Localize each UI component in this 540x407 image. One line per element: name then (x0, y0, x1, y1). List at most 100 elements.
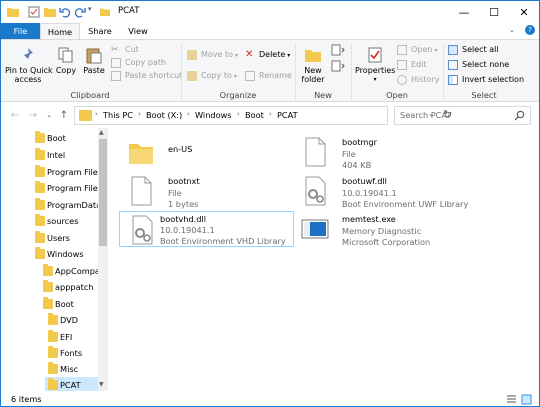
history-icon (397, 75, 407, 85)
file-item-en-us[interactable]: en-US (127, 136, 297, 170)
nav-item-sources[interactable]: sources (35, 213, 98, 229)
copy-button[interactable]: Copy (53, 46, 79, 75)
item-count: 6 items (11, 394, 42, 404)
nav-item-programdata[interactable]: ProgramData (35, 197, 98, 213)
select-group-label: Select (471, 90, 497, 100)
back-button[interactable]: ← (7, 107, 23, 123)
new-folder-button[interactable]: New folder (299, 46, 327, 84)
scroll-down-icon[interactable]: ▼ (99, 381, 104, 388)
cut-button[interactable]: ✂ Cut (111, 44, 139, 56)
paste-label: Paste (83, 66, 105, 75)
edit-button[interactable]: Edit (397, 59, 427, 71)
minimize-button[interactable]: — (449, 1, 479, 23)
status-bar: 6 items (1, 391, 539, 406)
scroll-up-icon[interactable]: ▲ (99, 129, 104, 136)
ribbon-expand-icon[interactable]: ⌄ (509, 26, 515, 34)
file-icon (305, 137, 326, 167)
nav-item-boot[interactable]: Boot (35, 130, 98, 146)
paste-shortcut-button[interactable]: Paste shortcut (111, 70, 182, 82)
redo-icon[interactable] (74, 6, 86, 18)
nav-item-apppatch[interactable]: apppatch (43, 279, 98, 295)
nav-item-appcompat[interactable]: AppCompat (43, 263, 98, 279)
help-icon[interactable]: ? (525, 25, 535, 35)
chevron-right-icon: › (138, 110, 141, 118)
folder-icon (48, 378, 58, 390)
paste-shortcut-label: Paste shortcut (125, 71, 183, 80)
copy-path-button[interactable]: Copy path (111, 57, 166, 69)
rename-button[interactable]: Rename (245, 70, 292, 82)
nav-item-dvd[interactable]: DVD (48, 312, 98, 328)
folder-icon (35, 231, 45, 243)
ribbon-tabs: File Home Share View ⌄ ? (1, 23, 539, 41)
nav-item-efi[interactable]: EFI (48, 329, 98, 345)
breadcrumb-boot-drive[interactable]: Boot (X:) (146, 110, 182, 120)
nav-item-intel[interactable]: Intel (35, 147, 98, 163)
search-input[interactable]: Search PCAT (394, 106, 531, 125)
file-icon (131, 176, 152, 206)
new-item-icon[interactable] (331, 44, 345, 56)
breadcrumb-pcat[interactable]: PCAT (277, 110, 298, 120)
open-button[interactable]: Open ▾ (397, 44, 437, 56)
nav-item-fonts[interactable]: Fonts (48, 345, 98, 361)
folder-icon (35, 198, 45, 210)
chevron-right-icon: › (95, 110, 98, 118)
close-button[interactable]: ✕ (509, 1, 539, 23)
breadcrumb-this-pc[interactable]: This PC (103, 110, 133, 120)
pin-to-quick-access-button[interactable]: Pin to Quick access (5, 46, 53, 84)
select-none-button[interactable]: Select none (448, 59, 509, 71)
chevron-right-icon: › (187, 110, 190, 118)
nav-item-windows[interactable]: Windows (35, 246, 98, 262)
file-item-memtest-exe[interactable]: memtest.exe Memory Diagnostic Microsoft … (301, 213, 531, 247)
invert-selection-button[interactable]: Invert selection (448, 74, 524, 86)
forward-button[interactable]: → (25, 107, 41, 123)
search-placeholder: Search PCAT (400, 110, 452, 120)
new-folder-quick-icon[interactable] (44, 6, 56, 18)
nav-item-users[interactable]: Users (35, 230, 98, 246)
easy-access-icon[interactable] (331, 60, 345, 72)
properties-label: Properties (355, 66, 396, 75)
tab-share[interactable]: Share (83, 23, 117, 40)
open-group-label: Open (386, 90, 408, 100)
properties-quick-icon[interactable] (28, 6, 40, 18)
copy-icon (58, 47, 73, 63)
large-icons-view-icon[interactable] (521, 394, 532, 405)
nav-scrollbar-thumb[interactable] (99, 139, 107, 246)
details-view-icon[interactable] (506, 394, 517, 405)
rename-icon (245, 71, 255, 81)
file-item-bootmgr[interactable]: bootmgr File 404 KB (301, 136, 531, 170)
file-item-bootvhd-dll[interactable]: bootvhd.dll 10.0.19041.1 Boot Environmen… (119, 211, 294, 247)
window-title: PCAT (118, 6, 140, 16)
file-item-bootnxt[interactable]: bootnxt File 1 bytes (127, 175, 297, 209)
delete-label: Delete (259, 50, 286, 59)
nav-item-program-files-x86[interactable]: Program Files (35, 180, 98, 196)
undo-icon[interactable] (59, 6, 71, 18)
move-to-button[interactable]: Move to ▾ (187, 49, 238, 61)
select-all-button[interactable]: Select all (448, 44, 499, 56)
folder-icon (43, 297, 53, 309)
properties-button[interactable]: Properties ▾ (355, 46, 395, 84)
maximize-button[interactable]: ☐ (479, 1, 509, 23)
nav-item-misc[interactable]: Misc (48, 361, 98, 377)
breadcrumb-boot[interactable]: Boot (245, 110, 264, 120)
invert-selection-icon (448, 75, 458, 85)
paste-icon (86, 48, 102, 64)
nav-item-boot-sub[interactable]: Boot (43, 296, 98, 312)
delete-button[interactable]: ✕ Delete ▾ (245, 49, 290, 61)
recent-locations-icon[interactable]: ⌄ (41, 107, 57, 123)
breadcrumb-windows[interactable]: Windows (195, 110, 232, 120)
quick-access-dropdown-icon[interactable]: ▾ (88, 5, 92, 13)
folder-icon (48, 346, 58, 358)
address-bar[interactable]: › This PC › Boot (X:) › Windows › Boot ›… (74, 106, 452, 125)
tab-file[interactable]: File (1, 23, 40, 40)
paste-button[interactable]: Paste (81, 46, 107, 75)
copy-to-button[interactable]: Copy to ▾ (187, 70, 237, 82)
history-button[interactable]: History (397, 74, 439, 86)
new-group-label: New (314, 90, 332, 100)
file-item-bootuwf-dll[interactable]: bootuwf.dll 10.0.19041.1 Boot Environmen… (301, 175, 531, 209)
folder-icon (43, 264, 53, 276)
delete-icon: ✕ (245, 49, 254, 60)
up-button[interactable]: ↑ (56, 107, 72, 123)
nav-item-program-files[interactable]: Program Files (35, 164, 98, 180)
title-bar: ▾ PCAT — ☐ ✕ (1, 1, 539, 23)
tab-view[interactable]: View (121, 23, 155, 40)
